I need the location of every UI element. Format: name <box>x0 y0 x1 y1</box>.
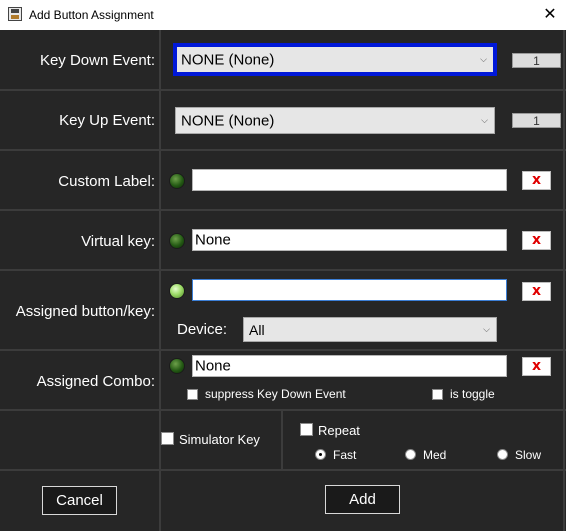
close-icon[interactable]: ✕ <box>538 3 562 27</box>
column-divider <box>563 30 565 531</box>
repeat-checkbox[interactable] <box>300 423 313 436</box>
status-led <box>169 283 185 299</box>
is-toggle-label: is toggle <box>450 387 495 401</box>
device-label: Device: <box>177 321 228 338</box>
row-divider <box>0 469 566 471</box>
key-down-value: NONE (None) <box>181 51 275 68</box>
chevron-down-icon: ⌵ <box>480 53 487 64</box>
status-led <box>169 173 185 189</box>
add-button[interactable]: Add <box>325 485 400 514</box>
clear-assigned-button-button[interactable]: x <box>522 282 551 301</box>
dialog-body: Key Down Event: NONE (None) ⌵ 1 Key Up E… <box>0 30 566 531</box>
device-dropdown[interactable]: All ⌵ <box>243 317 497 342</box>
assigned-combo-label: Assigned Combo: <box>36 373 155 390</box>
clear-assigned-combo-button[interactable]: x <box>522 357 551 376</box>
assigned-button-input[interactable] <box>192 279 507 301</box>
title-bar: Add Button Assignment ✕ <box>0 0 566 30</box>
suppress-key-down-checkbox[interactable] <box>187 389 198 400</box>
row-divider <box>0 349 566 351</box>
app-icon <box>8 7 22 21</box>
key-up-value: NONE (None) <box>181 112 275 129</box>
cancel-button[interactable]: Cancel <box>42 486 117 515</box>
simulator-key-checkbox[interactable] <box>161 432 174 445</box>
row-divider <box>0 89 566 91</box>
key-up-dropdown[interactable]: NONE (None) ⌵ <box>175 107 495 134</box>
assigned-combo-value: None <box>195 357 231 375</box>
row-divider <box>0 209 566 211</box>
row-divider <box>0 269 566 271</box>
suppress-key-down-label: suppress Key Down Event <box>205 387 346 401</box>
virtual-key-input[interactable]: None <box>192 229 507 251</box>
speed-fast-radio[interactable] <box>315 449 326 460</box>
repeat-label: Repeat <box>318 423 360 438</box>
is-toggle-checkbox[interactable] <box>432 389 443 400</box>
status-led <box>169 233 185 249</box>
row-divider <box>0 409 566 411</box>
speed-fast-label: Fast <box>333 448 357 462</box>
row-divider <box>0 149 566 151</box>
virtual-key-label: Virtual key: <box>81 233 155 250</box>
column-divider <box>159 30 161 531</box>
clear-custom-label-button[interactable]: x <box>522 171 551 190</box>
assigned-button-label: Assigned button/key: <box>15 303 155 320</box>
clear-virtual-key-button[interactable]: x <box>522 231 551 250</box>
simulator-key-label: Simulator Key <box>179 432 260 447</box>
custom-label-input[interactable] <box>192 169 507 191</box>
status-led <box>169 358 185 374</box>
assigned-combo-input[interactable]: None <box>192 355 507 377</box>
key-up-count[interactable]: 1 <box>512 113 561 128</box>
chevron-down-icon: ⌵ <box>481 114 488 125</box>
speed-med-label: Med <box>423 448 447 462</box>
speed-slow-label: Slow <box>515 448 542 462</box>
speed-med-radio[interactable] <box>405 449 416 460</box>
custom-label-label: Custom Label: <box>58 173 155 190</box>
speed-slow-radio[interactable] <box>497 449 508 460</box>
device-value: All <box>249 321 265 338</box>
key-down-dropdown[interactable]: NONE (None) ⌵ <box>173 43 497 76</box>
key-up-label: Key Up Event: <box>59 112 155 129</box>
virtual-key-value: None <box>195 231 231 249</box>
window-title: Add Button Assignment <box>29 8 154 22</box>
key-down-label: Key Down Event: <box>39 52 155 69</box>
column-divider <box>281 409 283 471</box>
chevron-down-icon: ⌵ <box>483 323 490 334</box>
key-down-count[interactable]: 1 <box>512 53 561 68</box>
